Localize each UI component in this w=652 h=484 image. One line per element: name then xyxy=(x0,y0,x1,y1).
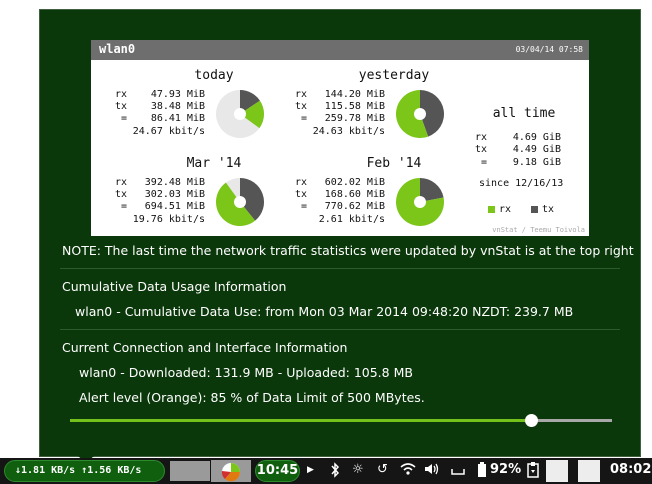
clock-pill[interactable]: 10:45 xyxy=(255,460,300,482)
section-prev-month: Feb '14 rx 602.02 MiB tx 168.60 MiB = 770.6… xyxy=(295,156,485,236)
vnstat-header: wlan0 03/04/14 07:58 xyxy=(91,40,589,60)
divider xyxy=(60,268,620,269)
eq-label: = xyxy=(301,113,308,124)
eq-label: = xyxy=(121,113,128,124)
today-tx: 38.48 MiB xyxy=(150,101,205,112)
prev-month-pie-chart xyxy=(396,178,444,226)
today-title: today xyxy=(194,68,234,83)
month-rx: 392.48 MiB xyxy=(144,177,205,188)
wifi-icon[interactable] xyxy=(400,462,416,480)
pie-center xyxy=(234,108,246,120)
today-rx: 47.93 MiB xyxy=(150,89,205,100)
section-today: today rx 47.93 MiB tx 38.48 MiB = 86.41 MiB… xyxy=(115,68,305,148)
tray-square[interactable] xyxy=(578,460,600,482)
cumulative-heading: Cumulative Data Usage Information xyxy=(62,279,287,294)
prev-month-tx: 168.60 MiB xyxy=(324,189,385,200)
rx-label: rx xyxy=(295,177,308,188)
vnstat-credit: vnStat / Teemu Toivola xyxy=(492,226,585,234)
battery-icon[interactable] xyxy=(477,462,487,482)
prev-month-rx: 602.02 MiB xyxy=(324,177,385,188)
all-time-title: all time xyxy=(492,106,556,121)
refresh-icon[interactable]: ↺ xyxy=(377,462,388,477)
clipboard-icon[interactable] xyxy=(527,462,539,482)
tx-label: tx xyxy=(475,144,488,155)
keyboard-icon[interactable] xyxy=(451,462,465,480)
brightness-icon[interactable]: ☼ xyxy=(352,462,364,477)
prev-month-total: 770.62 MiB xyxy=(324,201,385,212)
eq-label: = xyxy=(121,201,128,212)
eq-label: = xyxy=(301,201,308,212)
yesterday-pie-chart xyxy=(396,90,444,138)
all-tx: 4.49 GiB xyxy=(512,144,561,155)
month-tx: 302.03 MiB xyxy=(144,189,205,200)
rx-label: rx xyxy=(115,177,128,188)
today-pie-chart xyxy=(216,90,264,138)
divider xyxy=(60,329,620,330)
today-total: 86.41 MiB xyxy=(150,113,205,124)
legend-tx-swatch xyxy=(531,206,538,213)
vnstat-app-thumbnail[interactable] xyxy=(211,460,251,482)
tray-square[interactable] xyxy=(546,460,568,482)
legend-rx-label: rx xyxy=(499,204,512,215)
yesterday-rate: 24.63 kbit/s xyxy=(312,126,385,137)
all-rx: 4.69 GiB xyxy=(512,132,561,143)
data-limit-slider-thumb[interactable] xyxy=(524,414,538,427)
prev-month-title: Feb '14 xyxy=(366,156,422,171)
system-time[interactable]: 08:02 xyxy=(610,462,651,477)
data-limit-slider[interactable] xyxy=(70,414,612,427)
arrow-right-icon[interactable]: ▶ xyxy=(307,465,314,475)
pie-center xyxy=(414,108,426,120)
yesterday-title: yesterday xyxy=(358,68,430,83)
month-title: Mar '14 xyxy=(186,156,242,171)
section-month: Mar '14 rx 392.48 MiB tx 302.03 MiB = 694.5… xyxy=(115,156,305,236)
alert-line: Alert level (Orange): 85 % of Data Limit… xyxy=(79,390,425,405)
tx-label: tx xyxy=(115,189,128,200)
pie-center xyxy=(414,196,426,208)
connection-line: wlan0 - Downloaded: 131.9 MB - Uploaded:… xyxy=(79,365,413,380)
vnstat-interface: wlan0 xyxy=(99,42,136,56)
pie-chart-icon xyxy=(221,463,241,482)
data-limit-slider-fill xyxy=(70,419,531,422)
all-since: since 12/16/13 xyxy=(479,178,564,189)
connection-heading: Current Connection and Interface Informa… xyxy=(62,340,348,355)
vnstat-popup: wlan0 03/04/14 07:58 today rx 47.93 MiB t… xyxy=(39,9,641,457)
window-thumbnail[interactable] xyxy=(170,461,210,481)
legend-rx-swatch xyxy=(488,206,495,213)
pie-center xyxy=(234,196,246,208)
update-note: NOTE: The last time the network traffic … xyxy=(62,243,634,258)
section-yesterday: yesterday rx 144.20 MiB tx 115.58 MiB = 259… xyxy=(295,68,485,148)
prev-month-rate: 2.61 kbit/s xyxy=(318,214,385,225)
vnstat-image: wlan0 03/04/14 07:58 today rx 47.93 MiB t… xyxy=(91,40,589,236)
tx-label: tx xyxy=(115,101,128,112)
volume-icon[interactable] xyxy=(424,462,440,480)
vnstat-timestamp: 03/04/14 07:58 xyxy=(515,45,583,54)
yesterday-tx: 115.58 MiB xyxy=(324,101,385,112)
month-total: 694.51 MiB xyxy=(144,201,205,212)
eq-label: = xyxy=(481,157,488,168)
month-pie-chart xyxy=(216,178,264,226)
rx-label: rx xyxy=(475,132,488,143)
tx-label: tx xyxy=(295,189,308,200)
cumulative-line: wlan0 - Cumulative Data Use: from Mon 03… xyxy=(75,304,574,319)
bluetooth-icon[interactable] xyxy=(330,462,340,482)
month-rate: 19.76 kbit/s xyxy=(132,214,205,225)
battery-percent[interactable]: 92% xyxy=(490,462,521,477)
rx-label: rx xyxy=(115,89,128,100)
yesterday-total: 259.78 MiB xyxy=(324,113,385,124)
legend-tx-label: tx xyxy=(542,204,555,215)
yesterday-rx: 144.20 MiB xyxy=(324,89,385,100)
taskbar: ↓1.81 KB/s ↑1.56 KB/s 10:45 ▶ ☼ ↺ 92% 08… xyxy=(0,458,652,484)
tx-label: tx xyxy=(295,101,308,112)
all-total: 9.18 GiB xyxy=(512,157,561,168)
network-speed-indicator[interactable]: ↓1.81 KB/s ↑1.56 KB/s xyxy=(4,460,165,482)
rx-label: rx xyxy=(295,89,308,100)
today-rate: 24.67 kbit/s xyxy=(132,126,205,137)
